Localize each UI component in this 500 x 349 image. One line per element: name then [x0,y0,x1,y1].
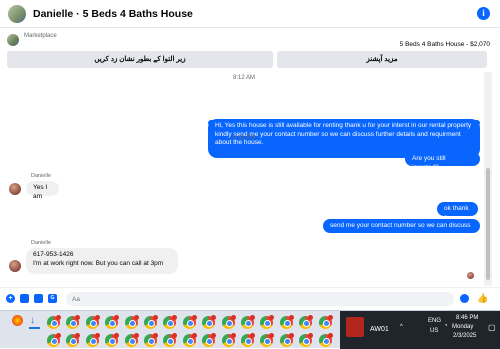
listing-avatar[interactable] [8,4,26,23]
notification-badge [172,333,178,338]
notification-badge [191,315,197,320]
notification-badge [308,333,314,338]
language-locale[interactable]: US [430,328,438,334]
info-icon[interactable]: i [477,7,490,20]
conversation-header: Danielle · 5 Beds 4 Baths House i [0,0,500,28]
scrollbar-thumb[interactable] [486,168,490,280]
firefox-icon[interactable] [12,315,23,326]
listing-summary[interactable]: 5 Beds 4 Baths House - $2,070 [400,41,490,48]
notification-badge [75,315,81,320]
phone-number-text: 617-953-1426 [33,251,74,258]
notification-badge [250,333,255,338]
timestamp: 8:32 PM [233,135,256,141]
mark-pending-button[interactable]: زیر التوا کے بطور نشان زد کریں [7,51,273,68]
notification-badge [288,333,294,338]
language-code[interactable]: ENG [428,318,441,324]
system-tray: AW01 ^ ENG US ◔ 8:46 PM Monday 2/3/2025 … [340,311,500,349]
camera-icon[interactable] [20,294,29,303]
notification-badge [230,315,236,320]
outgoing-message[interactable]: ok thank s [437,202,478,221]
listing-thumbnail[interactable] [7,34,19,46]
marketplace-label: Marketplace [24,33,57,39]
notification-badge [94,333,100,338]
outgoing-message[interactable]: Are you still inrested? [405,152,480,171]
messenger-window: Danielle · 5 Beds 4 Baths House i Market… [0,0,500,310]
clock-day[interactable]: Monday [452,324,473,330]
notification-badge [211,333,217,338]
notification-badge [133,315,139,320]
more-options-button[interactable]: مزید آپشنز [277,51,487,68]
notification-badge [211,315,217,320]
notification-badge [250,315,255,320]
network-name[interactable]: AW01 [370,326,389,333]
notification-badge [308,315,314,320]
message-input-box[interactable] [66,292,454,306]
conversation-title[interactable]: Danielle · 5 Beds 4 Baths House [33,8,193,20]
message-thread: 8:12 AM Hi, Yes this house is still aval… [0,72,484,286]
gif-icon[interactable]: G [48,294,57,303]
notification-badge [56,315,61,320]
notification-badge [230,333,236,338]
composer-bar: + G 👍 [0,287,500,309]
scrollbar[interactable] [484,72,492,286]
contact-avatar[interactable] [9,183,21,195]
notification-badge [172,315,178,320]
notification-badge [114,333,120,338]
taskbar: ↓ AW01 ^ ENG US ◔ 8:46 PM Monday 2/3/202… [0,310,500,349]
notification-badge [114,315,120,320]
wifi-icon[interactable]: ◔ [444,323,448,329]
notification-badge [191,333,197,338]
clock-time[interactable]: 8:46 PM [456,315,478,321]
listing-banner: Marketplace 5 Beds 4 Baths House - $2,07… [0,29,500,71]
notification-badge [56,333,61,338]
plus-icon[interactable]: + [6,294,15,303]
thumbs-up-icon[interactable]: 👍 [477,294,488,303]
outgoing-message[interactable]: send me your contact number so we can di… [323,219,480,233]
notification-badge [153,315,158,320]
timestamp: 8:12 AM [233,75,256,81]
notification-badge [327,333,333,338]
notification-badge [269,333,275,338]
download-icon[interactable]: ↓ [30,315,39,326]
notification-icon[interactable]: ▢ [488,323,496,332]
download-indicator [29,327,40,329]
notification-badge [153,333,158,338]
incoming-message[interactable]: 617-953-1426 I'm at work right now. But … [26,248,178,274]
seen-avatar [467,272,474,279]
photo-icon[interactable] [34,294,43,303]
notification-badge [288,315,294,320]
contact-avatar[interactable] [9,260,21,272]
notification-badge [94,315,100,320]
clock-date[interactable]: 2/3/2025 [453,333,476,339]
sender-name: Danielle [31,173,51,179]
notification-badge [327,315,333,320]
notification-badge [269,315,275,320]
notification-badge [133,333,139,338]
message-text: I'm at work right now. But you can call … [33,259,164,267]
emoji-icon[interactable] [460,294,469,303]
sender-name: Danielle [31,240,51,246]
app-icon[interactable] [346,317,364,337]
notification-badge [75,333,81,338]
message-input[interactable] [72,294,442,304]
incoming-message[interactable]: Yes I am [26,181,59,200]
chevron-up-icon[interactable]: ^ [400,324,403,330]
